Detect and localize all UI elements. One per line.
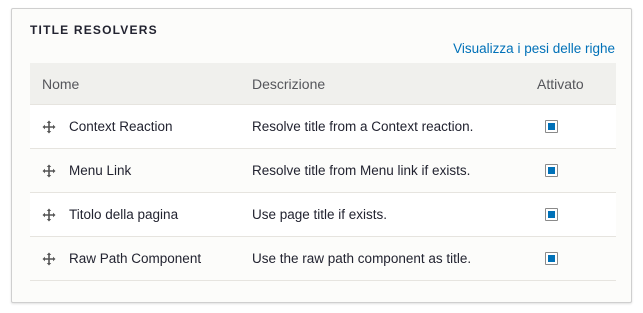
drag-handle-icon[interactable] xyxy=(42,252,56,266)
header-enabled: Attivato xyxy=(537,75,584,92)
resolver-name: Menu Link xyxy=(69,163,132,178)
drag-handle-icon[interactable] xyxy=(42,164,56,178)
row-name-cell: Titolo della pagina xyxy=(30,207,252,222)
resolver-description: Use the raw path component as title. xyxy=(252,251,472,266)
table-header: Nome Descrizione Attivato xyxy=(30,63,616,105)
resolver-description: Resolve title from a Context reaction. xyxy=(252,119,474,134)
header-description: Descrizione xyxy=(252,75,326,92)
resolvers-table: Nome Descrizione Attivato Context Reacti… xyxy=(30,63,616,281)
enabled-checkbox[interactable] xyxy=(545,252,558,265)
enabled-cell xyxy=(537,252,616,265)
row-name-cell: Menu Link xyxy=(30,163,252,178)
resolver-name: Context Reaction xyxy=(69,119,173,134)
enabled-cell xyxy=(537,208,616,221)
show-row-weights-link[interactable]: Visualizza i pesi delle righe xyxy=(453,41,615,56)
enabled-checkbox[interactable] xyxy=(545,120,558,133)
fieldset-legend: Title resolvers xyxy=(30,23,158,37)
title-resolvers-fieldset: Title resolvers Visualizza i pesi delle … xyxy=(11,8,632,303)
table-body: Context Reaction Resolve title from a Co… xyxy=(30,105,616,281)
table-row: Titolo della pagina Use page title if ex… xyxy=(30,193,616,237)
resolver-name: Raw Path Component xyxy=(69,251,202,266)
drag-handle-icon[interactable] xyxy=(42,120,56,134)
table-row: Raw Path Component Use the raw path comp… xyxy=(30,237,616,281)
resolver-description: Resolve title from Menu link if exists. xyxy=(252,163,471,178)
header-name: Nome xyxy=(42,75,80,92)
enabled-cell xyxy=(537,164,616,177)
enabled-checkbox[interactable] xyxy=(545,164,558,177)
resolver-description: Use page title if exists. xyxy=(252,207,388,222)
row-name-cell: Raw Path Component xyxy=(30,251,252,266)
table-row: Menu Link Resolve title from Menu link i… xyxy=(30,149,616,193)
enabled-cell xyxy=(537,120,616,133)
row-name-cell: Context Reaction xyxy=(30,119,252,134)
drag-handle-icon[interactable] xyxy=(42,208,56,222)
enabled-checkbox[interactable] xyxy=(545,208,558,221)
table-row: Context Reaction Resolve title from a Co… xyxy=(30,105,616,149)
resolver-name: Titolo della pagina xyxy=(69,207,179,222)
